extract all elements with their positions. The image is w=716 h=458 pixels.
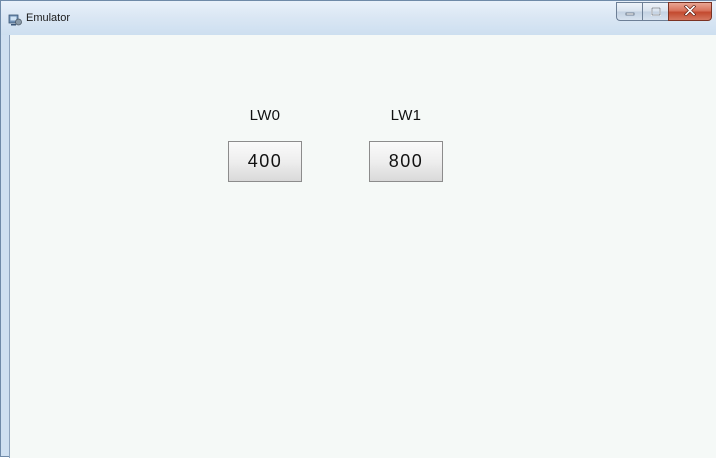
title-bar[interactable]: Emulator (1, 1, 716, 35)
emulator-screen: LW0 400 LW1 800 (9, 35, 716, 458)
window-title: Emulator (26, 12, 71, 24)
caption-buttons (616, 2, 712, 22)
maximize-icon (650, 3, 661, 21)
maximize-button[interactable] (642, 2, 668, 21)
lw1-value-display[interactable]: 800 (369, 141, 443, 182)
lw1-label: LW1 (390, 107, 422, 124)
close-icon (683, 3, 697, 21)
close-button[interactable] (668, 2, 712, 21)
emulator-icon (8, 13, 23, 26)
lw0-value-display[interactable]: 400 (228, 141, 302, 182)
minimize-button[interactable] (616, 2, 642, 21)
minimize-icon (625, 3, 635, 21)
lw0-label: LW0 (249, 107, 281, 124)
emulator-window: Emulator LW0 400 LW1 800 (0, 0, 716, 458)
